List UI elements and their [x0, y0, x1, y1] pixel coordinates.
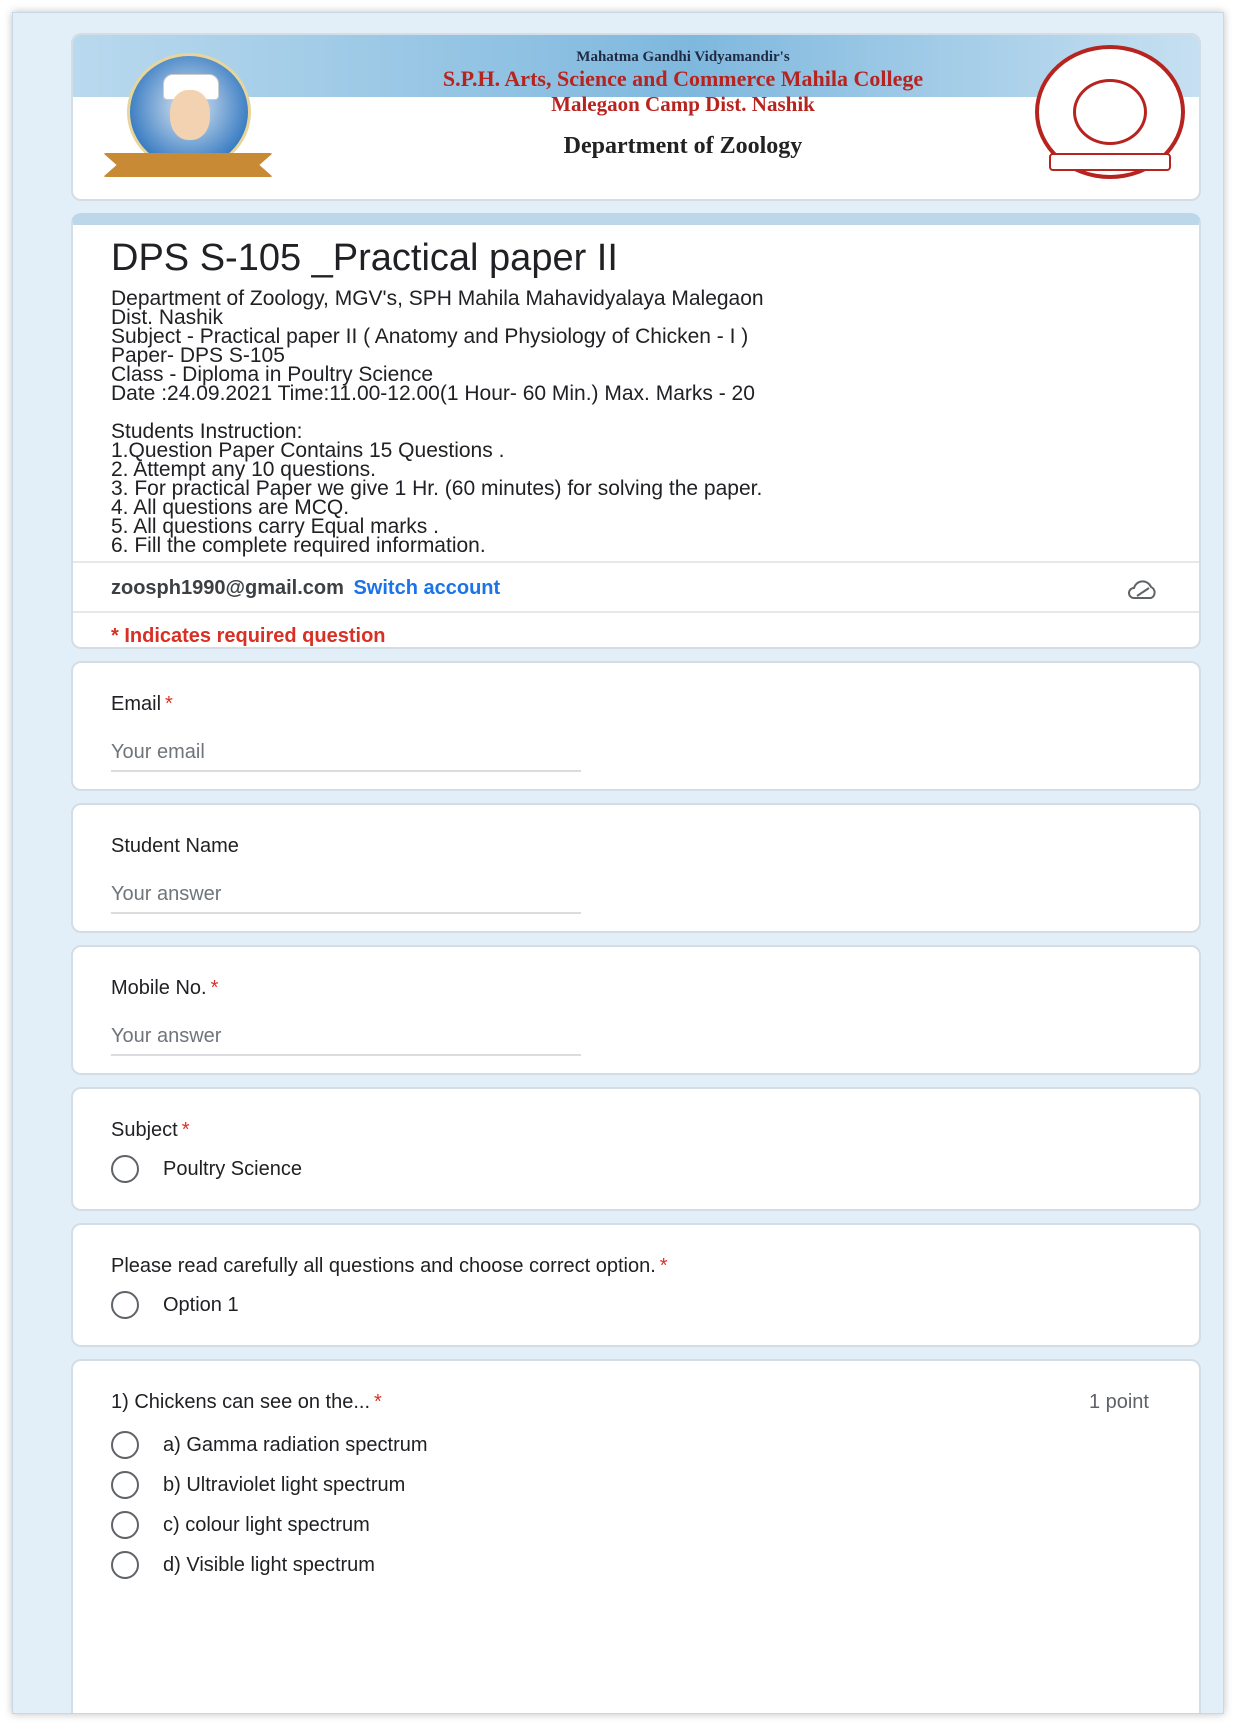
option-label: c) colour light spectrum [163, 1513, 370, 1536]
radio-button[interactable] [111, 1551, 139, 1579]
email-field[interactable] [111, 739, 581, 772]
instruction-label: Please read carefully all questions and … [111, 1255, 656, 1277]
radio-button[interactable] [111, 1471, 139, 1499]
option-label: d) Visible light spectrum [163, 1553, 375, 1576]
form-frame: Mahatma Gandhi Vidyamandir's S.P.H. Arts… [12, 12, 1224, 1714]
question-label: Student Name [111, 835, 239, 858]
question-label: Mobile No. * [111, 977, 218, 1000]
department-name: Department of Zoology [563, 133, 803, 159]
option-label: a) Gamma radiation spectrum [163, 1433, 428, 1456]
question-subject: Subject * Poultry Science [71, 1087, 1201, 1211]
option-label: Poultry Science [163, 1157, 302, 1180]
subject-label: Subject [111, 1119, 178, 1141]
required-note: * Indicates required question [111, 625, 386, 647]
divider [73, 611, 1199, 613]
radio-option[interactable]: Option 1 [111, 1291, 239, 1319]
option-label: b) Ultraviolet light spectrum [163, 1473, 406, 1496]
college-location: Malegaon Camp Dist. Nashik [551, 92, 815, 116]
banner-text: Mahatma Gandhi Vidyamandir's S.P.H. Arts… [293, 49, 1073, 160]
mobile-field[interactable] [111, 1023, 581, 1056]
required-star: * [374, 1391, 382, 1413]
radio-option[interactable]: a) Gamma radiation spectrum [111, 1431, 428, 1459]
radio-option[interactable]: Poultry Science [111, 1155, 302, 1183]
mobile-label: Mobile No. [111, 977, 207, 999]
question-label: Email * [111, 693, 173, 716]
question-label: 1) Chickens can see on the... * [111, 1391, 382, 1414]
seal-ribbon [1049, 153, 1171, 171]
student-name-field[interactable] [111, 881, 581, 914]
required-star: * [659, 1255, 668, 1277]
student-name-label: Student Name [111, 835, 239, 857]
header-banner: Mahatma Gandhi Vidyamandir's S.P.H. Arts… [71, 33, 1201, 201]
question-mobile: Mobile No. * [71, 945, 1201, 1075]
radio-option[interactable]: d) Visible light spectrum [111, 1551, 375, 1579]
question-label: Please read carefully all questions and … [111, 1255, 668, 1278]
required-star: * [165, 693, 173, 715]
question-student-name: Student Name [71, 803, 1201, 933]
cloud-icon [1128, 580, 1156, 599]
radio-option[interactable]: c) colour light spectrum [111, 1511, 370, 1539]
email-label: Email [111, 693, 162, 715]
portrait-ribbon [103, 153, 273, 177]
points-label: 1 point [1088, 1391, 1149, 1413]
required-star: * [181, 1119, 190, 1141]
switch-account-link[interactable]: Switch account [353, 577, 500, 599]
form-title: DPS S-105 _Practical paper II [111, 237, 618, 279]
trust-name: Mahatma Gandhi Vidyamandir's [576, 49, 790, 65]
option-label: Option 1 [163, 1293, 239, 1316]
question-instruction: Please read carefully all questions and … [71, 1223, 1201, 1347]
radio-button[interactable] [111, 1431, 139, 1459]
radio-button[interactable] [111, 1511, 139, 1539]
question-email: Email * [71, 661, 1201, 791]
account-email: zoosph1990@gmail.com [111, 577, 344, 599]
account-row: zoosph1990@gmail.com Switch account [111, 577, 500, 600]
college-name: S.P.H. Arts, Science and Commerce Mahila… [442, 66, 924, 91]
college-seal [1035, 45, 1185, 179]
portrait-face [170, 90, 210, 140]
required-star: * [210, 977, 219, 999]
radio-button[interactable] [111, 1155, 139, 1183]
question-1: 1) Chickens can see on the... * 1 point a… [71, 1359, 1201, 1713]
q1-label: 1) Chickens can see on the... [111, 1391, 371, 1413]
radio-option[interactable]: b) Ultraviolet light spectrum [111, 1471, 405, 1499]
form-header-card: DPS S-105 _Practical paper II Department… [71, 213, 1201, 649]
form-description: Department of Zoology, MGV's, SPH Mahila… [111, 287, 764, 557]
question-label: Subject * [111, 1119, 190, 1142]
radio-button[interactable] [111, 1291, 139, 1319]
divider [73, 561, 1199, 563]
seal-inner-ring [1073, 79, 1147, 145]
